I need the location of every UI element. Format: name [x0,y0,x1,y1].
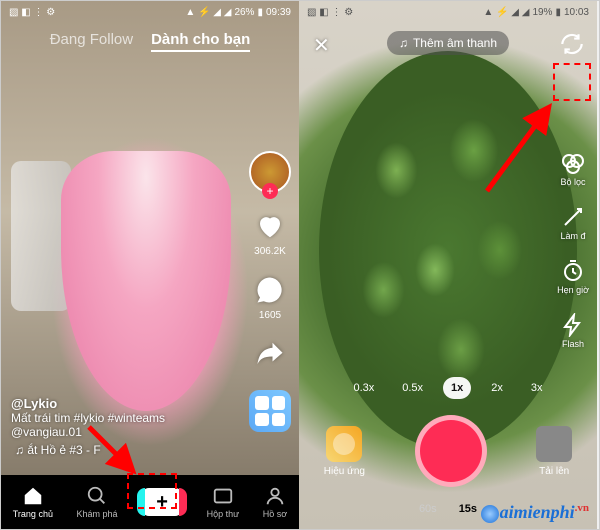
duration-15s[interactable]: 15s [459,503,477,515]
nav-home[interactable]: Trang chủ [13,485,53,519]
tab-for-you[interactable]: Dành cho bạn [151,31,250,52]
duration-60s[interactable]: 60s [419,503,437,515]
status-icons-left: ▧ ◧ ⋮ ⚙ [307,7,353,18]
flash-button[interactable]: Flash [561,313,585,349]
tiktok-camera-screen: ▧ ◧ ⋮ ⚙ ▲ ⚡ ◢ ◢ 19% ▮ 10:03 ✕ ♫ Thêm âm … [299,1,597,529]
tiktok-feed-screen: ▧ ◧ ⋮ ⚙ ▲ ⚡ ◢ ◢ 26% ▮ 09:39 Đang Follow … [1,1,299,529]
zoom-0.5x[interactable]: 0.5x [394,377,431,399]
share-button[interactable] [255,339,285,372]
status-bar: ▧ ◧ ⋮ ⚙ ▲ ⚡ ◢ ◢ 26% ▮ 09:39 [1,1,299,23]
upload-button[interactable]: Tải lên [536,426,572,477]
zoom-1x[interactable]: 1x [443,377,471,399]
close-button[interactable]: ✕ [313,33,330,58]
like-button[interactable]: 306.2K [254,211,286,257]
battery-icon: ▮ [257,7,263,18]
battery-percent: 19% [532,7,552,18]
author-avatar[interactable] [249,151,291,193]
clock: 09:39 [266,7,291,18]
zoom-2x[interactable]: 2x [483,377,511,399]
signal-icon: ▲ ⚡ ◢ ◢ [185,7,231,18]
bottom-nav: Trang chủ Khám phá + Hộp thư Hồ sơ [1,475,299,529]
flip-camera-button[interactable] [559,31,585,57]
battery-percent: 26% [234,7,254,18]
camera-tools: Bộ lọc Làm đ Hẹn giờ Flash [557,151,589,349]
effects-button[interactable]: Hiệu ứng [324,426,365,477]
author-username[interactable]: @Lykio [11,396,165,411]
zoom-selector: 0.3x 0.5x 1x 2x 3x [299,377,597,399]
signal-icon: ▲ ⚡ ◢ ◢ [483,7,529,18]
record-row: Hiệu ứng Tải lên [299,415,597,487]
upload-thumbnail [536,426,572,462]
globe-icon [481,505,499,523]
comment-count: 1605 [255,310,285,321]
caption-text: Mất trái tim #lykio #winteams [11,411,165,425]
watermark: aimienphi.vn [481,502,589,523]
add-sound-button[interactable]: ♫ Thêm âm thanh [387,31,509,55]
beauty-button[interactable]: Làm đ [561,205,586,241]
comment-button[interactable]: 1605 [255,275,285,321]
plus-icon: + [156,491,168,514]
effects-icon [326,426,362,462]
nav-profile[interactable]: Hồ sơ [263,485,287,519]
grid-icon[interactable] [249,390,291,432]
battery-icon: ▮ [555,7,561,18]
video-caption: @Lykio Mất trái tim #lykio #winteams @va… [11,396,165,457]
status-icons-right: ▲ ⚡ ◢ ◢ 26% ▮ 09:39 [185,7,291,18]
filter-button[interactable]: Bộ lọc [561,151,586,187]
status-icons-left: ▧ ◧ ⋮ ⚙ [9,7,55,18]
record-button[interactable] [415,415,487,487]
nav-create-button[interactable]: + [141,488,183,516]
zoom-0.3x[interactable]: 0.3x [345,377,382,399]
nav-inbox[interactable]: Hộp thư [207,485,240,519]
nav-discover[interactable]: Khám phá [77,485,118,519]
status-bar: ▧ ◧ ⋮ ⚙ ▲ ⚡ ◢ ◢ 19% ▮ 10:03 [299,1,597,23]
music-marquee[interactable]: ♫ ắt Hồ ẻ #3 - F [11,443,165,457]
feed-tabs: Đang Follow Dành cho bạn [1,31,299,52]
like-count: 306.2K [254,246,286,257]
side-action-bar: 306.2K 1605 [249,151,291,432]
timer-button[interactable]: Hẹn giờ [557,259,589,295]
status-icons-right: ▲ ⚡ ◢ ◢ 19% ▮ 10:03 [483,7,589,18]
clock: 10:03 [564,7,589,18]
sound-author: @vangiau.01 [11,425,165,439]
zoom-3x[interactable]: 3x [523,377,551,399]
tab-following[interactable]: Đang Follow [50,31,133,52]
music-note-icon: ♫ [399,36,408,50]
